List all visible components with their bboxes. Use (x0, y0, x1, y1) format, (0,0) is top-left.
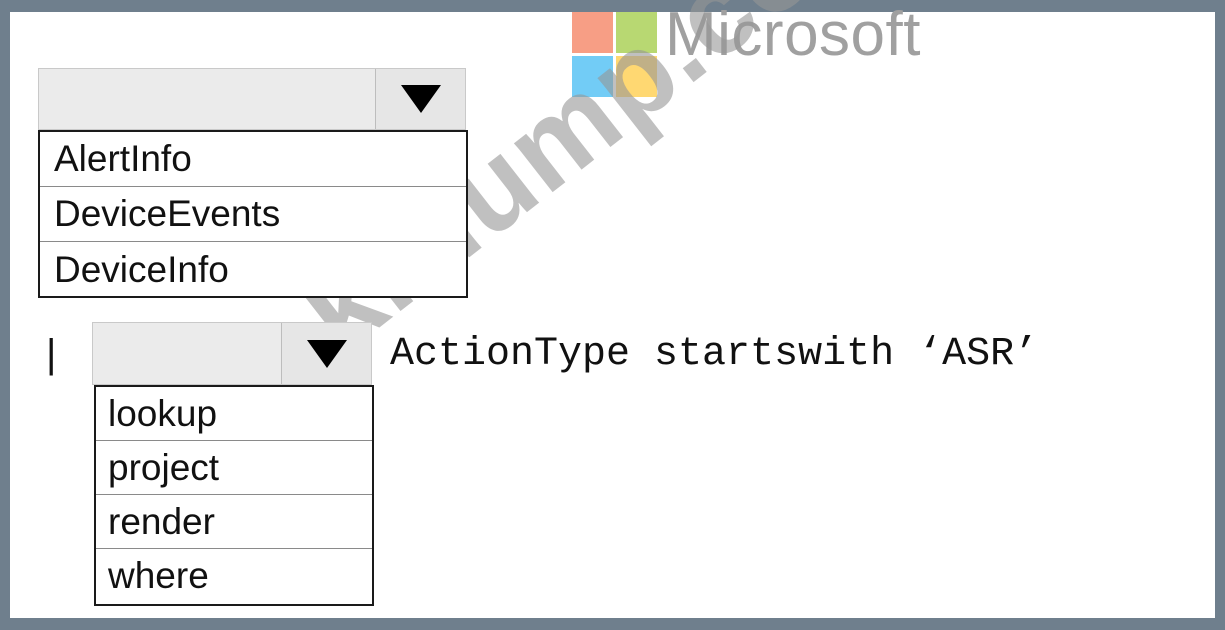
option-lookup[interactable]: lookup (96, 387, 372, 441)
option-deviceevents[interactable]: DeviceEvents (40, 187, 466, 242)
operator-select-dropdown[interactable] (92, 322, 372, 385)
logo-text: Microsoft (665, 0, 921, 69)
operator-select-toggle[interactable] (281, 323, 371, 384)
option-render[interactable]: render (96, 495, 372, 549)
question-canvas: Microsoft krdump.com AlertInfo DeviceEve… (10, 0, 1215, 618)
table-select-toggle[interactable] (375, 69, 465, 129)
operator-select-options: lookup project render where (94, 385, 374, 606)
microsoft-logo: Microsoft (572, 3, 921, 97)
option-deviceinfo[interactable]: DeviceInfo (40, 242, 466, 297)
option-alertinfo[interactable]: AlertInfo (40, 132, 466, 187)
query-code-text: ActionType startswith ‘ASR’ (390, 332, 1039, 377)
operator-select-value[interactable] (93, 323, 283, 384)
table-select-value[interactable] (39, 69, 377, 129)
dropdown-arrow-icon (400, 85, 441, 113)
pipe-operator: | (46, 332, 57, 376)
table-select-dropdown[interactable] (38, 68, 466, 130)
option-where[interactable]: where (96, 549, 372, 603)
windows-logo-icon (572, 12, 657, 97)
dropdown-arrow-icon (306, 339, 347, 368)
option-project[interactable]: project (96, 441, 372, 495)
table-select-options: AlertInfo DeviceEvents DeviceInfo (38, 130, 468, 298)
